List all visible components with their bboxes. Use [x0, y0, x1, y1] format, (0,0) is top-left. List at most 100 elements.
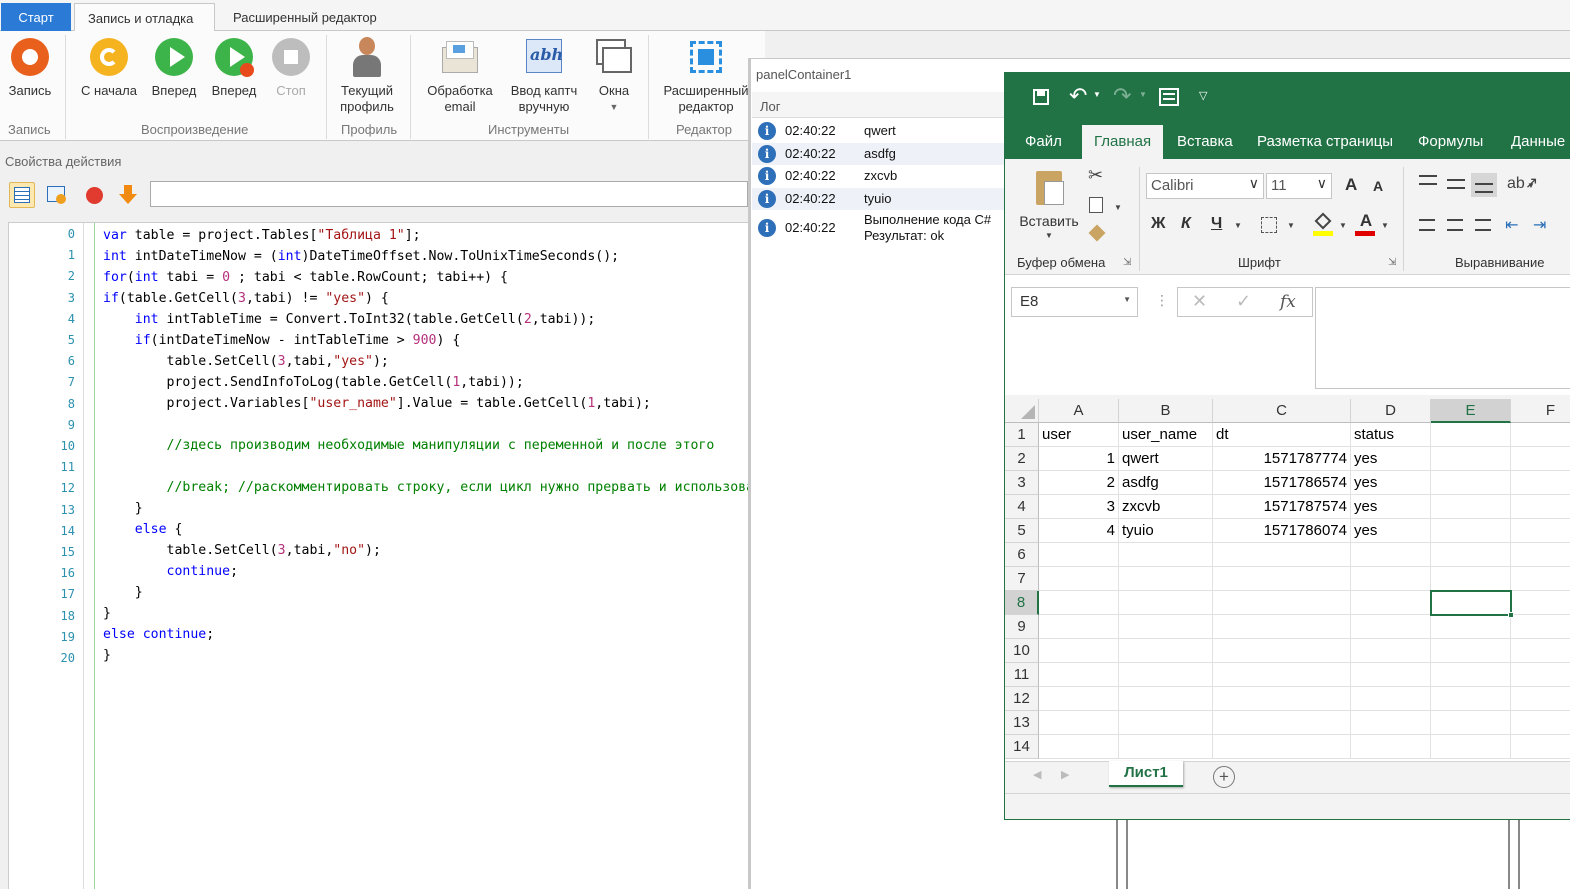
cell[interactable]: yes: [1351, 495, 1431, 519]
cell[interactable]: [1431, 519, 1511, 543]
cell[interactable]: asdfg: [1119, 471, 1213, 495]
cell[interactable]: [1511, 615, 1570, 639]
row-header[interactable]: 2: [1005, 447, 1039, 471]
row-header[interactable]: 12: [1005, 687, 1039, 711]
cell[interactable]: [1351, 639, 1431, 663]
email-processing-button[interactable]: Обработка email: [420, 37, 500, 115]
cell[interactable]: [1039, 735, 1119, 759]
undo-dropdown-icon[interactable]: ▼: [1093, 90, 1101, 99]
cell[interactable]: [1351, 687, 1431, 711]
excel-tab-formulas[interactable]: Формулы: [1418, 133, 1483, 150]
column-header[interactable]: E: [1431, 399, 1511, 423]
excel-tab-home[interactable]: Главная: [1082, 125, 1164, 159]
row-header[interactable]: 9: [1005, 615, 1039, 639]
cell[interactable]: [1213, 735, 1351, 759]
cell[interactable]: [1119, 711, 1213, 735]
select-all-corner[interactable]: [1005, 399, 1039, 423]
bold-button[interactable]: Ж: [1151, 215, 1165, 233]
cell[interactable]: [1119, 735, 1213, 759]
tab-record-debug[interactable]: Запись и отладка: [74, 3, 215, 32]
cell[interactable]: [1511, 423, 1570, 447]
cell[interactable]: [1351, 615, 1431, 639]
column-header[interactable]: D: [1351, 399, 1431, 423]
row-header[interactable]: 8: [1005, 591, 1039, 615]
fill-color-icon[interactable]: [1313, 212, 1335, 237]
dialog-launcher-icon[interactable]: ⇲: [1123, 257, 1131, 268]
cell[interactable]: [1039, 711, 1119, 735]
forward-step-button[interactable]: Вперед: [208, 37, 260, 99]
cell[interactable]: 1571787774: [1213, 447, 1351, 471]
cell[interactable]: [1431, 423, 1511, 447]
cell[interactable]: [1213, 639, 1351, 663]
cell[interactable]: 1: [1039, 447, 1119, 471]
dialog-launcher-icon[interactable]: ⇲: [1388, 257, 1396, 268]
customize-toolbar-icon[interactable]: ▽: [1199, 89, 1207, 102]
row-header[interactable]: 4: [1005, 495, 1039, 519]
cell[interactable]: [1039, 663, 1119, 687]
align-middle-icon[interactable]: [1447, 179, 1465, 189]
redo-dropdown-icon[interactable]: ▼: [1139, 90, 1147, 99]
cell[interactable]: [1511, 735, 1570, 759]
log-row[interactable]: i 02:40:22 tyuio: [752, 188, 1004, 210]
cell[interactable]: yes: [1351, 519, 1431, 543]
log-row[interactable]: i 02:40:22 qwert: [752, 120, 1004, 142]
cell[interactable]: [1213, 615, 1351, 639]
cell[interactable]: yes: [1351, 471, 1431, 495]
cell[interactable]: [1039, 567, 1119, 591]
cell[interactable]: [1511, 447, 1570, 471]
cell[interactable]: [1119, 567, 1213, 591]
action-input[interactable]: [150, 181, 748, 207]
column-header[interactable]: C: [1213, 399, 1351, 423]
align-left-icon[interactable]: [1419, 219, 1435, 231]
cell[interactable]: qwert: [1119, 447, 1213, 471]
current-profile-button[interactable]: Текущий профиль: [334, 37, 400, 115]
copy-icon[interactable]: [1089, 197, 1103, 213]
cell[interactable]: [1431, 495, 1511, 519]
enter-icon[interactable]: ✓: [1236, 291, 1251, 312]
manual-captcha-button[interactable]: abh Ввод каптч вручную: [504, 37, 584, 115]
cell[interactable]: [1431, 567, 1511, 591]
cell[interactable]: [1213, 591, 1351, 615]
code-editor[interactable]: 0 1 2 3 4 5 6 7 8 9 10 11 12 13 14 15 16 17 18 19 20 var tab…: [8, 222, 748, 889]
cell[interactable]: [1511, 543, 1570, 567]
sheet-tab[interactable]: Лист1: [1109, 761, 1183, 787]
excel-tab-insert[interactable]: Вставка: [1177, 133, 1233, 150]
scroll-left-icon[interactable]: ◀: [1033, 768, 1041, 781]
cell[interactable]: [1431, 639, 1511, 663]
column-header[interactable]: F: [1511, 399, 1570, 423]
excel-tab-page-layout[interactable]: Разметка страницы: [1257, 133, 1393, 150]
cell[interactable]: [1511, 591, 1570, 615]
underline-button[interactable]: Ч: [1211, 215, 1222, 233]
paste-button[interactable]: Вставить ▼: [1015, 167, 1083, 240]
font-size-select[interactable]: 11 ∨: [1266, 173, 1332, 199]
row-header[interactable]: 6: [1005, 543, 1039, 567]
cell[interactable]: 3: [1039, 495, 1119, 519]
cell[interactable]: [1511, 711, 1570, 735]
increase-indent-icon[interactable]: ⇥: [1533, 215, 1546, 235]
cell[interactable]: [1511, 471, 1570, 495]
font-color-dropdown-icon[interactable]: ▼: [1381, 221, 1389, 230]
italic-button[interactable]: К: [1181, 215, 1191, 233]
grow-font-button[interactable]: A: [1345, 175, 1357, 195]
cell[interactable]: [1511, 567, 1570, 591]
cell[interactable]: [1511, 495, 1570, 519]
row-header[interactable]: 1: [1005, 423, 1039, 447]
fill-handle[interactable]: [1508, 612, 1514, 618]
redo-icon[interactable]: ↷: [1113, 83, 1131, 109]
cell[interactable]: user: [1039, 423, 1119, 447]
cell[interactable]: [1119, 663, 1213, 687]
align-bottom-icon[interactable]: [1471, 173, 1497, 197]
column-header[interactable]: A: [1039, 399, 1119, 423]
excel-tab-data[interactable]: Данные: [1511, 133, 1565, 150]
form-icon[interactable]: [1159, 88, 1179, 106]
cell[interactable]: [1431, 615, 1511, 639]
cell[interactable]: [1431, 711, 1511, 735]
cell[interactable]: zxcvb: [1119, 495, 1213, 519]
cell[interactable]: 1571786574: [1213, 471, 1351, 495]
cell[interactable]: [1431, 447, 1511, 471]
cell[interactable]: [1119, 591, 1213, 615]
align-top-icon[interactable]: [1419, 175, 1437, 185]
align-right-icon[interactable]: [1475, 219, 1491, 231]
scroll-right-icon[interactable]: ▶: [1061, 768, 1069, 781]
shrink-font-button[interactable]: A: [1373, 178, 1383, 194]
